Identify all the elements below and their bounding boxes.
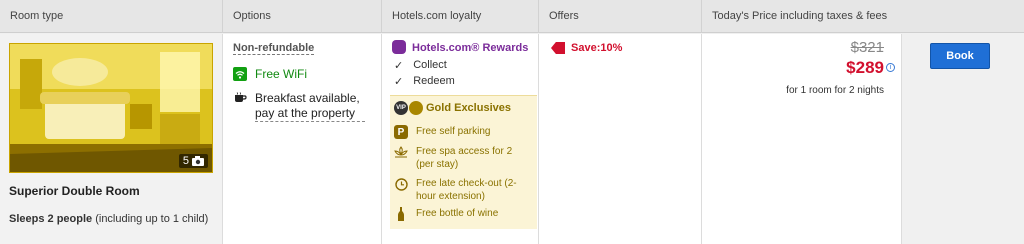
offers-cell: Save:10% xyxy=(538,34,701,244)
header-room-type: Room type xyxy=(10,10,64,22)
clock-icon xyxy=(394,177,408,191)
crown-icon xyxy=(409,101,423,115)
room-type-cell: 5 Superior Double Room Sleeps 2 people (… xyxy=(0,34,222,244)
parking-icon: P xyxy=(394,125,408,139)
non-refundable-link[interactable]: Non-refundable xyxy=(233,42,315,55)
header-price: Today's Price including taxes & fees xyxy=(701,0,1024,33)
rates-table-header: Room type Options Hotels.com loyalty Off… xyxy=(0,0,1024,33)
room-name: Superior Double Room xyxy=(9,184,140,198)
perk-label: Free spa access for 2 (per stay) xyxy=(416,146,513,170)
rewards-title: Hotels.com® Rewards xyxy=(412,42,529,54)
perk-wine: Free bottle of wine xyxy=(394,207,531,221)
wifi-label: Free WiFi xyxy=(255,67,307,81)
info-icon[interactable]: i xyxy=(886,63,895,72)
perk-label: Free late check-out (2-hour extension) xyxy=(416,178,517,202)
header-loyalty: Hotels.com loyalty xyxy=(381,0,538,33)
sleeps-detail: (including up to 1 child) xyxy=(92,213,209,225)
room-photo[interactable]: 5 xyxy=(9,43,213,173)
header-offers: Offers xyxy=(538,0,701,33)
spa-icon xyxy=(394,145,408,159)
room-occupancy: Sleeps 2 people (including up to 1 child… xyxy=(9,212,209,226)
perk-label: Free self parking xyxy=(416,126,491,137)
save-label: Save:10% xyxy=(571,42,623,54)
price-cell: $321 $289 i for 1 room for 2 nights xyxy=(701,34,901,244)
breakfast-label[interactable]: Breakfast available, pay at the property xyxy=(255,91,365,122)
gold-exclusives-title: Gold Exclusives xyxy=(426,102,511,114)
redeem-label: Redeem xyxy=(413,75,455,87)
perk-label: Free bottle of wine xyxy=(416,208,499,219)
header-options: Options xyxy=(222,0,381,33)
vip-icon: VIP xyxy=(394,101,408,115)
perk-parking: P Free self parking xyxy=(394,125,531,139)
price-note: for 1 room for 2 nights xyxy=(786,85,884,96)
coffee-cup-icon xyxy=(233,91,247,105)
gold-exclusives-box: VIP Gold Exclusives P Free self parking … xyxy=(390,95,537,229)
current-price: $289 xyxy=(846,58,884,77)
breakfast-option: Breakfast available, pay at the property xyxy=(233,91,365,122)
rewards-logo-icon xyxy=(392,40,406,54)
check-icon: ✓ xyxy=(394,76,404,88)
options-cell: Non-refundable Free WiFi Breakfast avail… xyxy=(222,34,381,244)
photo-count-badge[interactable]: 5 xyxy=(178,154,208,168)
sleeps-label: Sleeps 2 people xyxy=(9,213,93,225)
book-button[interactable]: Book xyxy=(930,43,990,69)
original-price: $321 xyxy=(850,39,884,56)
collect-row: ✓ Collect xyxy=(394,59,447,72)
perk-late-checkout: Free late check-out (2-hour extension) xyxy=(394,177,531,203)
loyalty-cell: Hotels.com® Rewards ✓ Collect ✓ Redeem V… xyxy=(381,34,538,244)
wifi-icon xyxy=(233,67,247,81)
photo-count: 5 xyxy=(182,155,189,167)
camera-icon xyxy=(192,156,204,166)
perk-spa: Free spa access for 2 (per stay) xyxy=(394,145,531,171)
wifi-option: Free WiFi xyxy=(233,67,307,81)
book-cell: Book xyxy=(901,34,1024,244)
save-offer: Save:10% xyxy=(551,42,622,54)
collect-label: Collect xyxy=(413,59,447,71)
wine-bottle-icon xyxy=(394,207,408,221)
check-icon: ✓ xyxy=(394,60,404,72)
price-tag-icon xyxy=(551,42,565,54)
redeem-row: ✓ Redeem xyxy=(394,75,455,88)
